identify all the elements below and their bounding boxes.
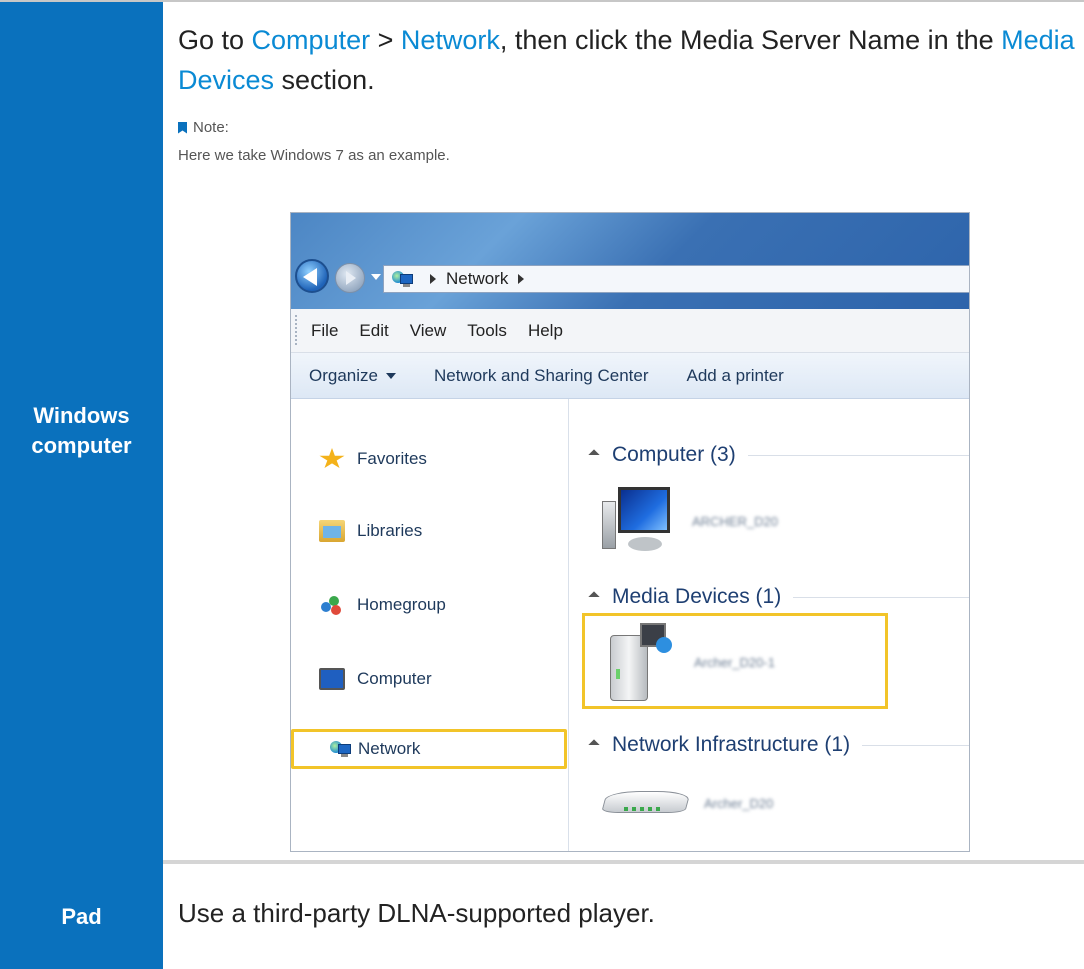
add-printer-button[interactable]: Add a printer <box>687 366 784 386</box>
device-computer[interactable]: ARCHER_D20 <box>598 481 778 561</box>
content-pane: Computer (3) ARCHER_D20 Media Devices (1… <box>570 399 969 851</box>
back-arrow-icon <box>303 268 317 286</box>
nav-label: Homegroup <box>357 595 446 614</box>
organize-label: Organize <box>309 365 378 385</box>
note-heading-text: Note: <box>193 119 229 136</box>
forward-button[interactable] <box>335 263 365 293</box>
organize-button[interactable]: Organize <box>309 366 396 386</box>
instruction-part: section. <box>274 65 375 95</box>
breadcrumb-chevron-icon[interactable] <box>430 274 436 284</box>
breadcrumb-network[interactable]: Network <box>446 269 508 289</box>
toolbar-grip[interactable] <box>295 315 298 345</box>
computer-device-icon <box>598 481 678 561</box>
row-label: Pad <box>61 903 102 929</box>
row-label-cell: Pad <box>0 864 163 969</box>
caret-down-icon <box>385 372 396 379</box>
menu-bar: File Edit View Tools Help <box>291 309 969 353</box>
note-text: Here we take Windows 7 as an example. <box>178 147 450 164</box>
device-router[interactable]: Archer_D20 <box>600 783 773 823</box>
breadcrumb-chevron-icon[interactable] <box>518 274 525 284</box>
menu-view[interactable]: View <box>410 321 447 341</box>
navigation-pane: Favorites Libraries Homegroup Computer N… <box>291 399 569 851</box>
nav-label: Network <box>358 739 421 758</box>
collapse-triangle-icon[interactable] <box>588 591 600 603</box>
forward-arrow-icon <box>346 271 356 285</box>
nav-item-libraries[interactable]: Libraries <box>291 511 569 551</box>
group-divider <box>747 454 969 456</box>
collapse-triangle-icon[interactable] <box>588 739 600 751</box>
network-sharing-center-button[interactable]: Network and Sharing Center <box>434 366 649 386</box>
nav-item-computer[interactable]: Computer <box>291 659 569 699</box>
device-name: ARCHER_D20 <box>692 513 778 529</box>
group-divider <box>862 744 969 746</box>
group-title: Media Devices (1) <box>612 585 782 608</box>
libraries-icon <box>319 520 345 542</box>
row-label: Windows computer <box>31 403 132 458</box>
menu-tools[interactable]: Tools <box>467 321 507 341</box>
group-header-computer[interactable]: Computer (3) <box>588 443 969 467</box>
navigation-bar: Network <box>291 255 969 295</box>
nav-item-network[interactable]: Network <box>291 729 567 769</box>
group-header-network-infrastructure[interactable]: Network Infrastructure (1) <box>588 733 969 757</box>
device-name: Archer_D20-1 <box>694 654 775 670</box>
explorer-window: Network File Edit View Tools Help Organi… <box>290 212 970 852</box>
menu-edit[interactable]: Edit <box>359 321 388 341</box>
group-divider <box>793 596 969 598</box>
network-link[interactable]: Network <box>401 25 500 55</box>
nav-label: Libraries <box>357 521 423 540</box>
menu-file[interactable]: File <box>311 321 338 341</box>
pad-instruction: Use a third-party DLNA-supported player. <box>178 898 655 928</box>
nav-label: Favorites <box>357 449 427 468</box>
instruction-table: Windows computer Go to Computer > Networ… <box>0 0 1084 969</box>
computer-link[interactable]: Computer <box>252 25 371 55</box>
router-icon <box>600 783 691 823</box>
device-media-server[interactable]: Archer_D20-1 <box>600 619 775 705</box>
recent-pages-dropdown-icon[interactable] <box>371 274 381 280</box>
instruction-text: Go to Computer > Network, then click the… <box>178 20 1078 100</box>
bookmark-icon <box>178 121 187 134</box>
nav-label: Computer <box>357 669 432 688</box>
back-button[interactable] <box>295 259 329 293</box>
network-icon <box>392 271 414 287</box>
network-icon <box>330 741 352 757</box>
nav-item-homegroup[interactable]: Homegroup <box>291 585 569 625</box>
row-label-cell: Windows computer <box>0 2 163 860</box>
group-header-media-devices[interactable]: Media Devices (1) <box>588 585 969 609</box>
homegroup-icon <box>319 594 345 616</box>
instruction-separator: > <box>370 25 401 55</box>
nav-item-favorites[interactable]: Favorites <box>291 439 569 479</box>
group-title: Computer (3) <box>612 443 736 466</box>
note-heading: Note: <box>178 119 229 136</box>
instruction-part: , then click the Media Server Name in th… <box>499 25 1002 55</box>
address-bar[interactable]: Network <box>383 265 969 293</box>
star-icon <box>319 448 345 469</box>
command-bar: Organize Network and Sharing Center Add … <box>291 353 969 399</box>
computer-icon <box>319 668 345 690</box>
device-name: Archer_D20 <box>704 795 774 811</box>
collapse-triangle-icon[interactable] <box>588 449 600 461</box>
menu-help[interactable]: Help <box>528 321 563 341</box>
media-server-icon <box>600 619 680 705</box>
group-title: Network Infrastructure (1) <box>612 733 851 756</box>
instruction-part: Go to <box>178 25 252 55</box>
